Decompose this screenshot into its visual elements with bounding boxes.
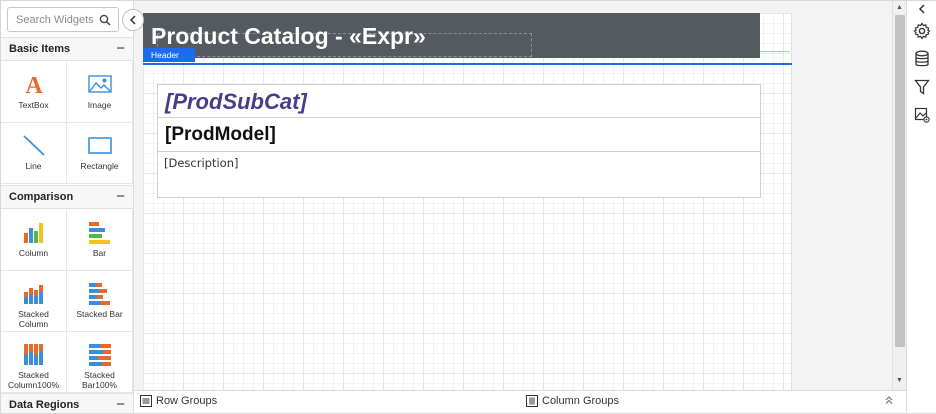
database-icon: [915, 50, 929, 67]
column-groups-icon: [526, 395, 538, 407]
image-settings-icon: [914, 107, 930, 123]
model-field[interactable]: [ProdModel]: [165, 124, 276, 146]
search-input[interactable]: [16, 12, 96, 28]
settings-button[interactable]: [910, 19, 934, 43]
svg-text:A: A: [25, 73, 43, 96]
collapse-section-icon[interactable]: −: [116, 188, 125, 205]
widget-label: Stacked Bar: [76, 309, 123, 319]
stacked-column-icon: [23, 285, 43, 304]
widget-label: Column: [18, 248, 49, 258]
widget-bar[interactable]: Bar: [67, 210, 133, 271]
model-row[interactable]: [ProdModel]: [158, 119, 760, 152]
widget-textbox[interactable]: A TextBox: [1, 62, 67, 123]
properties-rail: [906, 1, 936, 413]
image-settings-button[interactable]: [910, 103, 934, 127]
scroll-down-icon[interactable]: ▼: [896, 377, 903, 384]
line-icon: [22, 135, 45, 156]
section-basic-items[interactable]: Basic Items −: [1, 37, 133, 61]
section-title: Data Regions: [9, 399, 80, 411]
description-field[interactable]: [Description]: [164, 156, 238, 170]
column-groups-button[interactable]: Column Groups: [526, 395, 619, 407]
collapse-section-icon[interactable]: −: [116, 40, 125, 57]
grouping-bar: Row Groups Column Groups: [134, 390, 906, 413]
widget-label: Line: [25, 161, 42, 171]
chevron-left-icon: [918, 4, 925, 14]
collapse-section-icon[interactable]: −: [116, 396, 125, 413]
widget-label: Bar: [92, 248, 107, 258]
widget-label-line1: Stacked: [18, 370, 49, 380]
chevron-left-icon: [129, 15, 136, 25]
search-icon[interactable]: [99, 14, 111, 26]
stacked-bar-icon: [88, 283, 110, 305]
widget-stacked-column[interactable]: Stacked Column: [1, 271, 67, 332]
scroll-up-icon[interactable]: ▲: [896, 4, 903, 11]
guide-line: [760, 51, 790, 52]
filter-icon: [914, 79, 930, 95]
widget-label-line2: Column: [18, 319, 49, 329]
widget-label: Image: [87, 100, 112, 110]
report-page[interactable]: [143, 13, 791, 390]
filter-button[interactable]: [910, 75, 934, 99]
header-title[interactable]: Product Catalog - «Expr»: [151, 23, 426, 50]
settings-icon: [913, 22, 931, 40]
widget-column[interactable]: Column: [1, 210, 67, 271]
row-groups-label: Row Groups: [156, 395, 218, 407]
detail-table[interactable]: [ProdSubCat] [ProdModel] [Description]: [157, 84, 761, 198]
widget-label: TextBox: [18, 100, 49, 110]
row-groups-icon: [140, 395, 152, 407]
widget-stacked-bar[interactable]: Stacked Bar: [67, 271, 133, 332]
double-chevron-up-icon[interactable]: [884, 394, 894, 408]
search-box[interactable]: [7, 7, 119, 32]
rectangle-icon: [87, 137, 112, 154]
image-icon: [87, 75, 112, 93]
widget-label-line2: Bar100%: [82, 380, 117, 390]
widget-line[interactable]: Line: [1, 123, 67, 184]
widget-stacked-column-100[interactable]: Stacked Column100%: [1, 332, 67, 393]
stacked-bar-100-icon: [88, 344, 111, 366]
widget-stacked-bar-100[interactable]: Stacked Bar100%: [67, 332, 133, 393]
widget-rectangle[interactable]: Rectangle: [67, 123, 133, 184]
description-row[interactable]: [Description]: [158, 153, 760, 197]
column-chart-icon: [23, 223, 43, 243]
collapse-properties-button[interactable]: [910, 1, 934, 17]
design-canvas[interactable]: Product Catalog - «Expr» Header [ProdSub…: [134, 1, 892, 390]
subcategory-field[interactable]: [ProdSubCat]: [165, 89, 307, 115]
widget-label-line2: Column100%: [7, 380, 60, 390]
widget-image[interactable]: Image: [67, 62, 133, 123]
bar-chart-icon: [88, 222, 110, 244]
section-data-regions[interactable]: Data Regions −: [1, 393, 133, 413]
header-tag[interactable]: Header: [143, 48, 195, 62]
stacked-column-100-icon: [23, 344, 43, 365]
row-groups-button[interactable]: Row Groups: [140, 395, 217, 407]
widget-panel: Basic Items − A TextBox Image Line: [1, 1, 134, 413]
header-separator[interactable]: [143, 63, 792, 65]
section-title: Basic Items: [9, 43, 71, 55]
subcategory-row[interactable]: [ProdSubCat]: [158, 85, 760, 118]
column-groups-label: Column Groups: [542, 395, 620, 407]
widget-label: Rectangle: [80, 161, 119, 171]
widget-label-line1: Stacked: [84, 370, 115, 380]
section-comparison[interactable]: Comparison −: [1, 185, 133, 209]
textbox-icon: A: [25, 73, 43, 96]
collapse-panel-button[interactable]: [122, 9, 144, 31]
report-designer: Basic Items − A TextBox Image Line: [0, 0, 936, 414]
vertical-scrollbar[interactable]: ▲ ▼: [892, 1, 906, 390]
section-title: Comparison: [9, 191, 74, 203]
widget-label-line1: Stacked: [18, 309, 49, 319]
scrollbar-thumb[interactable]: [895, 15, 905, 347]
data-button[interactable]: [910, 47, 934, 71]
page-edge: [791, 13, 792, 390]
